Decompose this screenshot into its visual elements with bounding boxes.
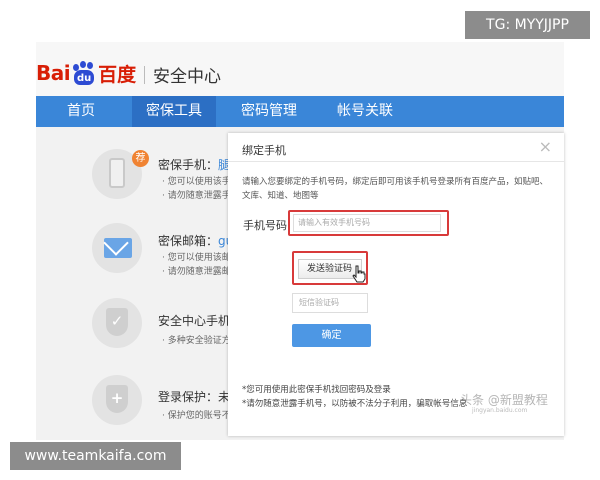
confirm-button[interactable]: 确定 <box>292 324 371 347</box>
bind-phone-dialog: 绑定手机 × 请输入您要绑定的手机号码，绑定后即可用该手机号登录所有百度产品，如… <box>228 133 564 436</box>
top-watermark: TG: MYYJJPP <box>465 11 590 39</box>
baidu-logo[interactable]: Bai du 百度 <box>36 60 136 86</box>
feature-title-phone[interactable]: 密保手机：腿 <box>158 156 230 173</box>
mail-shape <box>104 238 132 258</box>
paw-toe <box>80 61 87 68</box>
feature-title-label: 密保手机： <box>158 158 219 172</box>
dialog-note: *您可用使用此密保手机找回密码及登录 <box>242 385 391 395</box>
center-watermark-sub: jingyan.baidu.com <box>472 407 528 414</box>
bottom-watermark: www.teamkaifa.com <box>10 442 181 470</box>
page-header: Bai du 百度 安全中心 <box>36 42 564 96</box>
dialog-note: *请勿随意泄露手机号，以防被不法分子利用，骗取帐号信息 <box>242 399 468 409</box>
page-subtitle: 安全中心 <box>153 67 221 87</box>
logo-text-du: du <box>74 70 95 85</box>
paw-icon: du <box>71 61 97 85</box>
close-icon[interactable]: × <box>539 137 552 156</box>
nav-home[interactable]: 首页 <box>36 96 126 127</box>
feature-title-mail[interactable]: 密保邮箱：gu. <box>158 232 237 249</box>
send-code-highlight-box: 发送验证码 <box>292 251 368 285</box>
sms-code-input[interactable]: 短信验证码 <box>292 293 368 313</box>
feature-desc: · 保护您的账号不 <box>162 411 231 421</box>
header-divider <box>144 66 145 84</box>
shield-shape: + <box>106 385 128 413</box>
feature-desc: · 您可以使用该手 <box>162 177 231 187</box>
phone-input[interactable]: 请输入有效手机号码 <box>293 214 441 232</box>
screenshot-frame: Bai du 百度 安全中心 首页 密保工具 密码管理 帐号关联 荐 密保手机：… <box>0 0 600 480</box>
nav-mibao-tools[interactable]: 密保工具 <box>132 96 216 127</box>
dialog-title: 绑定手机 <box>242 144 286 157</box>
shield-check-icon: ✓ <box>92 298 142 348</box>
logo-text-cn: 百度 <box>98 63 137 86</box>
feature-desc: · 多种安全验证方 <box>162 336 231 346</box>
feature-desc: · 请勿随意泄露邮 <box>162 267 231 277</box>
shield-plus-icon: + <box>92 375 142 425</box>
phone-label: 手机号码 <box>243 219 287 232</box>
nav-password-management[interactable]: 密码管理 <box>224 96 314 127</box>
dialog-intro: 请输入您要绑定的手机号码，绑定后即可用该手机号登录所有百度产品，如贴吧、文库、知… <box>242 177 549 201</box>
logo-text-bai: Bai <box>36 61 71 85</box>
recommend-badge: 荐 <box>132 150 149 167</box>
nav-account-link[interactable]: 帐号关联 <box>320 96 410 127</box>
shield-shape: ✓ <box>106 308 128 336</box>
feature-desc: · 请勿随意泄露手 <box>162 191 231 201</box>
phone-shape <box>109 158 125 188</box>
hand-cursor-icon <box>352 265 366 283</box>
center-watermark: 头条 @新盟教程 <box>460 393 548 407</box>
dialog-divider <box>228 161 564 162</box>
feature-desc: · 您可以使用该邮 <box>162 253 231 263</box>
feature-title-label: 密保邮箱： <box>158 234 219 248</box>
paw-toe <box>87 62 94 69</box>
phone-highlight-box: 请输入有效手机号码 <box>288 210 449 236</box>
mail-icon <box>92 223 142 273</box>
main-nav: 首页 密保工具 密码管理 帐号关联 <box>36 96 564 127</box>
